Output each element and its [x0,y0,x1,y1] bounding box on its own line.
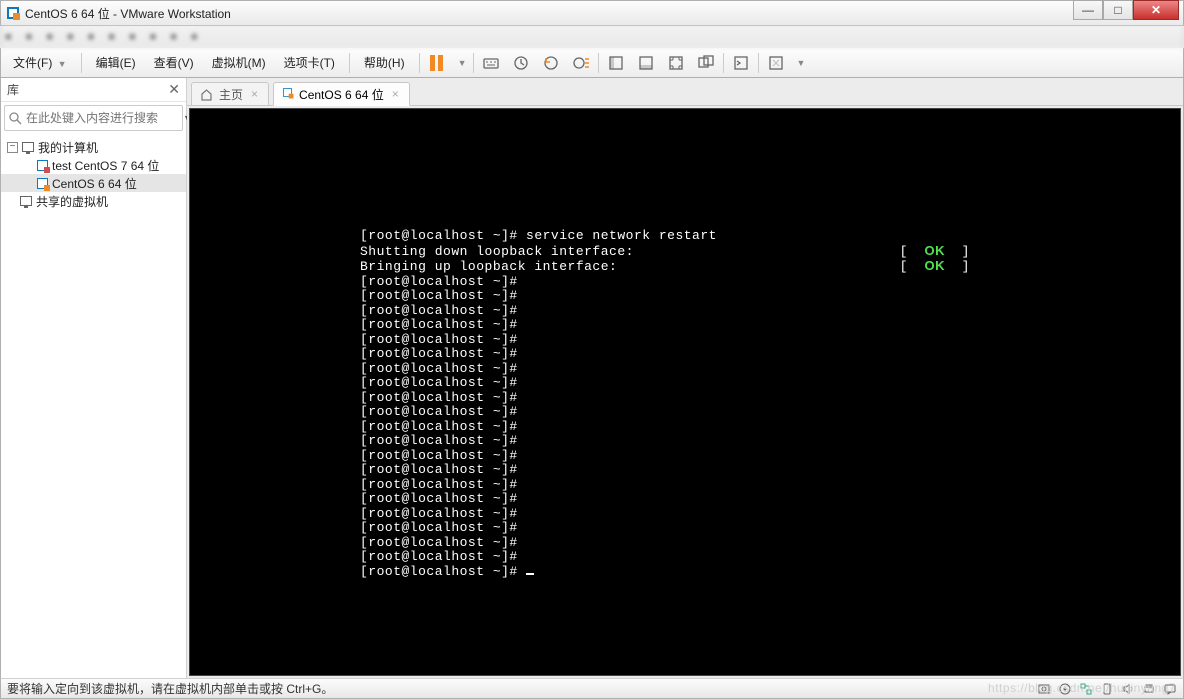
vm-icon [282,87,293,101]
monitor-icon [21,140,35,154]
library-tree: − 我的计算机 test CentOS 7 64 位 CentOS 6 64 位… [1,134,186,678]
status-disk-icon[interactable] [1036,681,1051,696]
vm-icon [35,176,49,190]
keyboard-icon [482,54,500,72]
tab-close-icon[interactable]: × [390,87,401,101]
sidebar-title: 库 [7,81,19,98]
send-ctrl-alt-del-button[interactable] [480,52,502,74]
tree-root-label: 我的计算机 [38,139,98,156]
tab-home[interactable]: 主页 × [191,82,269,106]
bottom-pane-icon [637,54,655,72]
single-pane-icon [607,54,625,72]
menubar: 文件(F) ▼ 编辑(E) 查看(V) 虚拟机(M) 选项卡(T) 帮助(H) … [0,48,1184,78]
search-input[interactable] [26,111,181,125]
tree-root-my-computer[interactable]: − 我的计算机 [1,138,186,156]
view-single-button[interactable] [605,52,627,74]
sidebar-header: 库 ✕ [1,78,186,102]
tree-shared-label: 共享的虚拟机 [36,193,108,210]
sidebar-close-icon[interactable]: ✕ [168,81,180,98]
status-sound-icon[interactable] [1120,681,1135,696]
tree-item-label: CentOS 6 64 位 [52,175,137,192]
home-icon [200,88,213,101]
stretch-dropdown-icon[interactable]: ▼ [797,58,806,68]
menu-vm[interactable]: 虚拟机(M) [204,51,274,74]
main-pane: 主页 × CentOS 6 64 位 × [root@localhost ~]#… [187,78,1183,678]
status-network-icon[interactable] [1078,681,1093,696]
snapshot-manager-button[interactable] [570,52,592,74]
status-usb-icon[interactable] [1099,681,1114,696]
stretch-button[interactable] [765,52,787,74]
tab-close-icon[interactable]: × [249,87,260,101]
status-icons [1036,681,1177,696]
minimize-button[interactable]: ― [1073,0,1103,20]
tree-item-label: test CentOS 7 64 位 [52,157,159,174]
snapshot-button[interactable] [510,52,532,74]
tab-home-label: 主页 [217,86,245,103]
status-cd-icon[interactable] [1057,681,1072,696]
enter-fullscreen-button[interactable] [730,52,752,74]
pause-dropdown-icon[interactable]: ▼ [458,58,467,68]
close-button[interactable]: ✕ [1133,0,1179,20]
monitor-icon [19,194,33,208]
library-sidebar: 库 ✕ ▼ − 我的计算机 test CentOS 7 64 位 CentOS … [1,78,187,678]
view-unity-button[interactable] [695,52,717,74]
vm-console[interactable]: [root@localhost ~]# service network rest… [189,108,1181,676]
tree-toggle-icon[interactable]: − [7,142,18,153]
vm-icon [35,158,49,172]
clock-list-icon [572,54,590,72]
menu-edit[interactable]: 编辑(E) [88,51,144,74]
status-message-icon[interactable] [1162,681,1177,696]
status-text: 要将输入定向到该虚拟机，请在虚拟机内部单击或按 Ctrl+G。 [7,680,333,697]
tree-item-test-centos7[interactable]: test CentOS 7 64 位 [1,156,186,174]
fullscreen-icon [667,54,685,72]
search-icon [9,112,22,125]
tab-vm-label: CentOS 6 64 位 [297,86,386,103]
clock-icon [512,54,530,72]
maximize-button[interactable]: □ [1103,0,1133,20]
unity-icon [697,54,715,72]
revert-snapshot-button[interactable] [540,52,562,74]
app-icon [5,5,21,21]
tab-centos6[interactable]: CentOS 6 64 位 × [273,82,410,106]
clock-back-icon [542,54,560,72]
window-titlebar: CentOS 6 64 位 - VMware Workstation ― □ ✕ [0,0,1184,26]
tree-shared-vm[interactable]: 共享的虚拟机 [1,192,186,210]
menu-view[interactable]: 查看(V) [146,51,202,74]
pause-button[interactable] [426,52,448,74]
menu-tabs[interactable]: 选项卡(T) [276,51,343,74]
tree-item-centos6[interactable]: CentOS 6 64 位 [1,174,186,192]
statusbar: 要将输入定向到该虚拟机，请在虚拟机内部单击或按 Ctrl+G。 [0,678,1184,699]
status-printer-icon[interactable] [1141,681,1156,696]
menu-file[interactable]: 文件(F) ▼ [5,51,75,74]
background-blur: ■■■■■■■■■■ [0,26,1184,48]
expand-icon [767,54,785,72]
view-fullscreen-button[interactable] [665,52,687,74]
sidebar-search[interactable]: ▼ [4,105,183,131]
menu-help[interactable]: 帮助(H) [356,51,413,74]
console-icon [732,54,750,72]
tab-strip: 主页 × CentOS 6 64 位 × [187,78,1183,106]
window-title: CentOS 6 64 位 - VMware Workstation [25,5,1073,22]
work-area: 库 ✕ ▼ − 我的计算机 test CentOS 7 64 位 CentOS … [0,78,1184,678]
view-console-button[interactable] [635,52,657,74]
